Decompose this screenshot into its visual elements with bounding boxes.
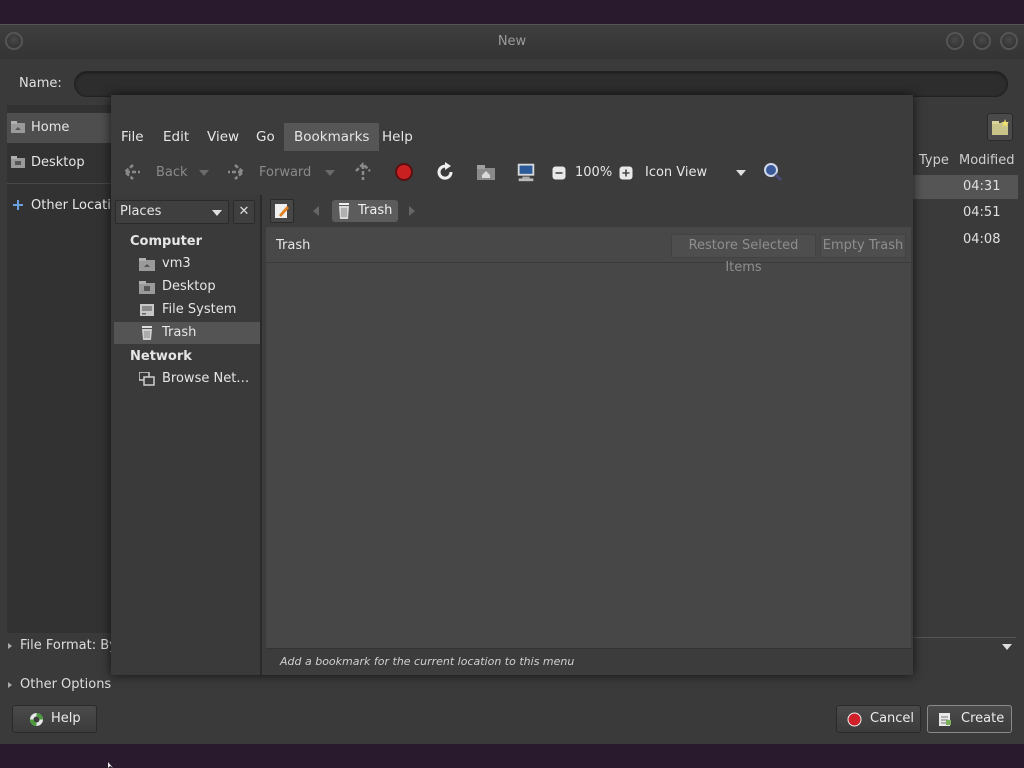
- modified-cell: 04:31: [963, 179, 1001, 194]
- back-history-chevron-icon[interactable]: [199, 170, 209, 176]
- sidebar-item-browse-network[interactable]: Browse Net…: [114, 368, 260, 390]
- location-bar: Trash: [266, 195, 911, 227]
- pencil-document-icon: [275, 204, 289, 218]
- places-item-desktop[interactable]: Desktop: [7, 148, 117, 178]
- home-folder-icon: [139, 258, 155, 271]
- create-button[interactable]: Create: [927, 705, 1012, 733]
- drive-icon: [140, 304, 154, 316]
- name-label: Name:: [19, 76, 62, 91]
- dialog-titlebar[interactable]: New: [0, 25, 1024, 59]
- maximize-icon[interactable]: [973, 32, 991, 50]
- places-separator: [7, 183, 117, 184]
- empty-trash-button[interactable]: Empty Trash: [820, 234, 906, 258]
- stop-icon[interactable]: [393, 161, 415, 183]
- modified-cell: 04:51: [963, 205, 1001, 220]
- breadcrumb-trash[interactable]: Trash: [332, 200, 398, 222]
- trash-bar-title: Trash: [276, 238, 311, 253]
- close-icon[interactable]: [1000, 32, 1018, 50]
- chevron-down-icon: [1002, 644, 1012, 650]
- search-icon[interactable]: [762, 161, 784, 183]
- home-folder-icon[interactable]: [475, 161, 497, 183]
- cancel-button[interactable]: Cancel: [836, 705, 921, 733]
- back-button[interactable]: Back: [156, 165, 188, 180]
- places-item-home[interactable]: Home: [7, 113, 117, 143]
- forward-history-chevron-icon[interactable]: [325, 170, 335, 176]
- close-icon: ✕: [238, 204, 250, 219]
- column-type-header[interactable]: Type: [919, 153, 949, 168]
- back-arrow-icon[interactable]: [121, 161, 143, 183]
- help-button[interactable]: Help: [12, 705, 97, 733]
- lifebuoy-icon: [30, 713, 43, 726]
- toolbar: Back Forward 100% Icon View: [111, 153, 913, 193]
- create-folder-button[interactable]: [987, 113, 1013, 141]
- file-format-expander[interactable]: File Format: By: [8, 638, 117, 653]
- minimize-icon[interactable]: [946, 32, 964, 50]
- up-arrow-icon[interactable]: [352, 161, 374, 183]
- sidebar-item-desktop[interactable]: Desktop: [114, 276, 260, 298]
- sidebar-heading-network: Network: [130, 349, 192, 364]
- crumb-right-arrow-icon[interactable]: [409, 206, 415, 216]
- sidebar: Places ✕ Computer vm3 Desktop File Syste…: [111, 195, 262, 675]
- window-menu-icon[interactable]: [5, 32, 23, 50]
- forward-button[interactable]: Forward: [259, 165, 311, 180]
- trash-icon: [339, 203, 349, 219]
- name-input[interactable]: [74, 71, 1008, 97]
- computer-icon[interactable]: [515, 161, 537, 183]
- zoom-in-icon[interactable]: [619, 166, 633, 180]
- network-icon: [139, 372, 155, 386]
- file-manager-window: File Edit View Go Bookmarks Help Back Fo…: [111, 95, 913, 675]
- menu-go[interactable]: Go: [246, 123, 285, 151]
- plus-icon: [13, 200, 23, 210]
- restore-selected-items-button[interactable]: Restore Selected Items: [671, 234, 816, 275]
- menu-edit[interactable]: Edit: [153, 123, 199, 151]
- forward-arrow-icon[interactable]: [225, 161, 247, 183]
- zoom-out-icon[interactable]: [552, 166, 566, 180]
- reload-icon[interactable]: [434, 161, 456, 183]
- menu-file[interactable]: File: [111, 123, 154, 151]
- modified-cell: 04:08: [963, 232, 1001, 247]
- sidebar-item-file-system[interactable]: File System: [114, 299, 260, 321]
- expander-arrow-icon: [8, 642, 12, 649]
- trash-icon: [142, 326, 152, 340]
- new-folder-icon: [992, 119, 1009, 135]
- status-bar: Add a bookmark for the current location …: [266, 648, 911, 673]
- stop-icon: [847, 712, 862, 727]
- dialog-title: New: [497, 34, 527, 49]
- desktop-folder-icon: [11, 156, 25, 168]
- view-mode-select[interactable]: Icon View: [645, 165, 707, 180]
- file-format-combo[interactable]: [912, 637, 1016, 657]
- desktop-folder-icon: [139, 281, 155, 294]
- menu-help[interactable]: Help: [372, 123, 423, 151]
- home-folder-icon: [11, 121, 25, 133]
- chevron-down-icon: [212, 210, 222, 216]
- close-sidebar-button[interactable]: ✕: [233, 200, 255, 224]
- expander-arrow-icon: [8, 681, 12, 688]
- chevron-down-icon[interactable]: [736, 170, 746, 176]
- places-item-other-locations[interactable]: Other Locatio: [7, 191, 117, 221]
- trash-info-bar: Trash Restore Selected Items Empty Trash: [266, 229, 911, 275]
- menu-bar: File Edit View Go Bookmarks Help: [111, 123, 913, 151]
- other-options-expander[interactable]: Other Options: [8, 677, 111, 692]
- crumb-left-arrow-icon[interactable]: [313, 206, 319, 216]
- content-pane[interactable]: Trash Trash Restore Selected Items Empty…: [266, 195, 911, 648]
- places-panel: Home Desktop Other Locatio: [7, 105, 117, 633]
- menu-bookmarks[interactable]: Bookmarks: [284, 123, 380, 151]
- mouse-pointer-icon: [108, 762, 113, 768]
- menu-view[interactable]: View: [197, 123, 249, 151]
- zoom-level[interactable]: 100%: [575, 165, 612, 180]
- column-modified-header[interactable]: Modified: [959, 153, 1014, 168]
- sidebar-item-vm3[interactable]: vm3: [114, 253, 260, 275]
- sidebar-type-select[interactable]: Places: [115, 200, 229, 224]
- sidebar-heading-computer: Computer: [130, 234, 203, 249]
- sidebar-item-trash[interactable]: Trash: [114, 322, 260, 344]
- document-new-icon: [939, 713, 951, 726]
- edit-location-button[interactable]: [270, 199, 294, 223]
